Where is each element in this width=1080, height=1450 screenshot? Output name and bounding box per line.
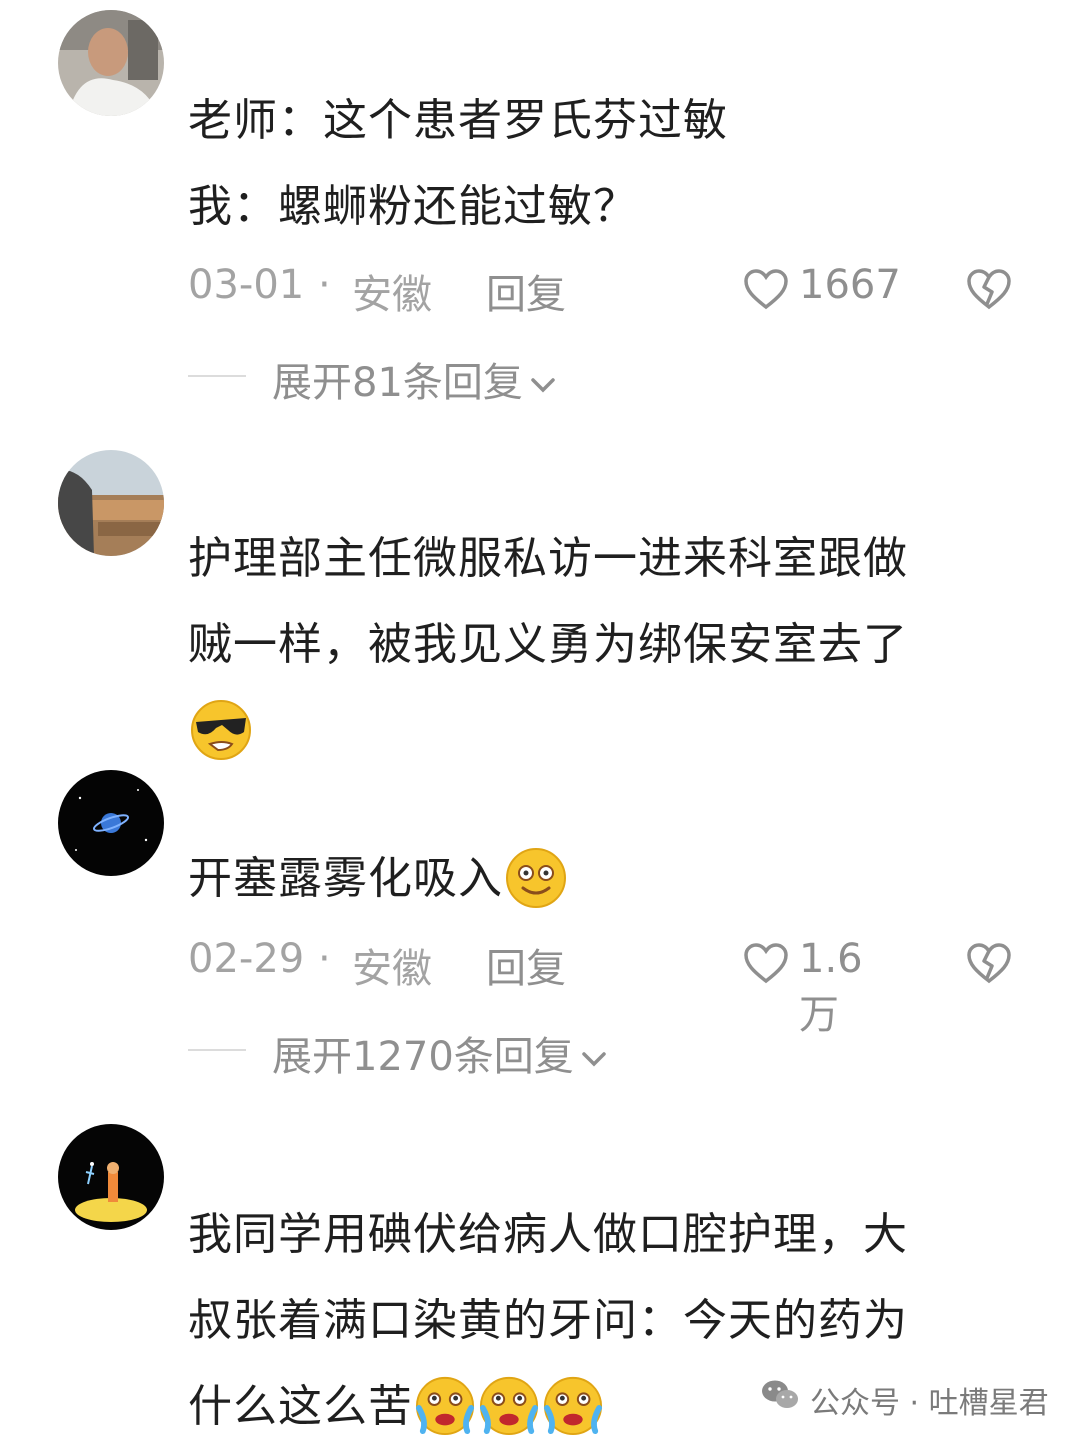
smile-emoji [506,848,566,908]
comment-line: 贼一样，被我见义勇为绑保安室去了 [188,619,908,670]
comment-line: 开塞露雾化吸入 [188,853,503,904]
comment-line: 我：螺蛳粉还能过敏？ [188,181,638,232]
expand-replies-button[interactable]: 展开1270条回复 [188,1024,648,1080]
comment-line: 叔张着满口染黄的牙问：今天的药为 [188,1295,908,1346]
broken-heart-icon[interactable] [966,942,1012,984]
comment-date: 03-01 [188,262,305,308]
reply-button[interactable]: 回复 [486,262,566,320]
expand-replies-label: 展开1270条回复 [272,1034,574,1080]
separator-dot: · [318,262,331,308]
divider [188,375,246,377]
crying-emoji [415,1376,475,1435]
avatar[interactable] [58,450,164,556]
cool-sunglasses-emoji [191,700,251,760]
comment-meta: 03-01 · 安徽 回复 1667 [188,262,1018,318]
wechat-icon [762,1380,798,1408]
comment-text: 老师：这个患者罗氏芬过敏 我：螺蛳粉还能过敏？ [188,78,1008,250]
crying-emoji [479,1376,539,1435]
avatar[interactable] [58,1124,164,1230]
comment-line: 护理部主任微服私访一进来科室跟做 [188,533,908,584]
comment-location: 安徽 [352,272,432,318]
expand-replies-button[interactable]: 展开81条回复 [188,350,608,406]
heart-icon [744,269,788,310]
crying-emoji-group [413,1376,605,1435]
chevron-down-icon [582,1052,606,1067]
avatar[interactable] [58,10,164,116]
crying-emoji [543,1376,603,1435]
reply-button[interactable]: 回复 [486,936,566,994]
comment-meta: 02-29 · 安徽 回复 1.6万 [188,936,1018,1038]
watermark-text: 公众号 · 吐槽星君 [810,1386,1049,1421]
chevron-down-icon [531,378,555,393]
comment-line: 我同学用碘伏给病人做口腔护理，大 [188,1209,908,1260]
heart-icon [744,943,788,984]
divider [188,1049,246,1051]
broken-heart-icon[interactable] [966,268,1012,310]
comment-text: 开塞露雾化吸入 [188,836,1008,922]
comment-location: 安徽 [352,946,432,992]
separator-dot: · [318,936,331,982]
expand-replies-label: 展开81条回复 [272,360,523,406]
comment-line: 老师：这个患者罗氏芬过敏 [188,95,728,146]
comment-text: 护理部主任微服私访一进来科室跟做 贼一样，被我见义勇为绑保安室去了 [188,516,1008,774]
avatar[interactable] [58,770,164,876]
comment-line: 什么这么苦 [188,1381,413,1432]
like-count: 1667 [799,262,901,308]
comment-date: 02-29 [188,936,305,982]
like-count: 1.6万 [799,936,863,1038]
